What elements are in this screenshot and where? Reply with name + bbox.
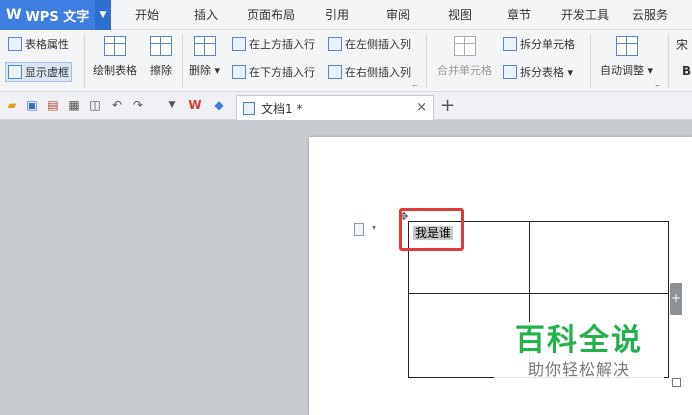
caret-down-icon[interactable]: ▼ — [95, 0, 111, 30]
menu-references[interactable]: 引用 — [325, 0, 349, 30]
ribbon-divider — [426, 34, 427, 88]
gridlines-icon — [8, 65, 22, 79]
menu-insert[interactable]: 插入 — [194, 0, 218, 30]
insert-row-above-button[interactable]: 在上方插入行 — [232, 36, 315, 52]
table-properties-label: 表格属性 — [25, 38, 69, 51]
cloud-icon[interactable]: ◆ — [212, 98, 226, 112]
delete-button[interactable]: 删除 ▾ — [189, 36, 220, 78]
insert-col-left-button[interactable]: 在左侧插入列 — [328, 36, 411, 52]
watermark-subtitle: 助你轻松解决 — [527, 360, 630, 379]
menu-page-layout[interactable]: 页面布局 — [247, 0, 295, 30]
insert-row-above-icon — [232, 37, 246, 51]
menu-bar: W WPS 文字 ▼ 开始 插入 页面布局 引用 审阅 视图 章节 开发工具 云… — [0, 0, 692, 30]
auto-fit-label: 自动调整 ▾ — [600, 64, 654, 77]
split-table-icon — [503, 65, 517, 79]
insert-col-left-label: 在左侧插入列 — [345, 38, 411, 51]
insert-col-right-button[interactable]: 在右侧插入列 — [328, 64, 411, 80]
table-cell[interactable] — [529, 221, 669, 294]
insert-row-below-icon — [232, 65, 246, 79]
eraser-label: 擦除 — [150, 64, 172, 77]
tab-document1[interactable]: 文档1 * × — [236, 95, 434, 120]
merge-cells-icon — [453, 36, 476, 56]
redo-icon[interactable]: ↷ — [131, 98, 145, 112]
undo-icon[interactable]: ↶ — [110, 98, 124, 112]
ribbon-divider — [668, 34, 669, 88]
print-preview-icon[interactable]: ◫ — [88, 98, 102, 112]
wps-logo-icon: W — [6, 7, 22, 23]
show-gridlines-button[interactable]: 显示虚框 — [5, 62, 72, 82]
group-expand-icon[interactable]: ⌐ — [655, 82, 661, 90]
insert-col-right-icon — [328, 65, 342, 79]
ribbon-divider — [590, 34, 591, 88]
delete-table-icon — [193, 36, 216, 56]
watermark-title: 百科全说 — [515, 323, 643, 358]
split-cells-button[interactable]: 拆分单元格 — [503, 36, 575, 52]
add-column-button[interactable]: + — [670, 283, 682, 315]
customize-icon[interactable]: ▼ — [165, 98, 179, 112]
draw-table-button[interactable]: 绘制表格 — [93, 36, 137, 78]
app-name: WPS 文字 — [25, 9, 90, 25]
export-pdf-icon[interactable]: ▤ — [46, 98, 60, 112]
insert-col-right-label: 在右侧插入列 — [345, 66, 411, 79]
split-cells-icon — [503, 37, 517, 51]
chevron-down-icon[interactable]: ▾ — [372, 223, 376, 232]
tab-document-title: 文档1 * — [261, 101, 303, 116]
eraser-icon — [150, 36, 172, 56]
table-properties-icon — [8, 37, 22, 51]
draw-table-label: 绘制表格 — [93, 64, 137, 77]
ribbon-divider — [182, 34, 183, 88]
table-resize-handle[interactable] — [672, 378, 681, 387]
merge-cells-label: 合并单元格 — [437, 64, 492, 77]
paragraph-layout-icon[interactable] — [354, 223, 364, 236]
split-cells-label: 拆分单元格 — [520, 38, 575, 51]
close-tab-icon[interactable]: × — [416, 100, 427, 115]
app-menu-button[interactable]: W WPS 文字 — [0, 0, 95, 30]
highlight-box — [399, 208, 464, 251]
split-table-button[interactable]: 拆分表格 ▾ — [503, 64, 573, 80]
insert-row-above-label: 在上方插入行 — [249, 38, 315, 51]
folder-open-icon[interactable]: ▰ — [5, 98, 19, 112]
ribbon-divider — [84, 34, 85, 88]
menu-review[interactable]: 审阅 — [386, 0, 410, 30]
insert-col-left-icon — [328, 37, 342, 51]
menu-developer[interactable]: 开发工具 — [561, 0, 609, 30]
merge-cells-button[interactable]: 合并单元格 — [437, 36, 492, 78]
delete-label: 删除 ▾ — [189, 64, 221, 77]
menu-view[interactable]: 视图 — [448, 0, 472, 30]
wps-logo-icon[interactable]: W — [188, 98, 202, 112]
new-tab-button[interactable]: + — [440, 95, 455, 116]
eraser-button[interactable]: 擦除 — [150, 36, 172, 78]
auto-fit-button[interactable]: 自动调整 ▾ — [600, 36, 653, 78]
document-icon — [243, 101, 255, 115]
quick-access-bar: ▰ ▣ ▤ ▦ ◫ ↶ ↷ ▼ W ◆ 文档1 * × + — [0, 92, 692, 120]
font-name-field[interactable]: 宋 — [676, 36, 688, 53]
split-table-label: 拆分表格 ▾ — [520, 66, 574, 79]
print-icon[interactable]: ▦ — [67, 98, 81, 112]
menu-chapter[interactable]: 章节 — [507, 0, 531, 30]
menu-cloud[interactable]: 云服务 — [632, 0, 668, 30]
show-gridlines-label: 显示虚框 — [25, 66, 69, 79]
menu-start[interactable]: 开始 — [135, 0, 159, 30]
insert-row-below-button[interactable]: 在下方插入行 — [232, 64, 315, 80]
auto-fit-icon — [615, 36, 638, 56]
draw-table-icon — [104, 36, 126, 56]
table-properties-button[interactable]: 表格属性 — [8, 36, 69, 52]
watermark: 百科全说 助你轻松解决 — [494, 322, 664, 384]
ribbon: 表格属性 显示虚框 绘制表格 擦除 删除 ▾ 在上方插入行 在下方插入行 在左侧… — [0, 30, 692, 92]
group-expand-icon[interactable]: ⌐ — [412, 82, 418, 90]
insert-row-below-label: 在下方插入行 — [249, 66, 315, 79]
bold-button[interactable]: B — [682, 64, 691, 78]
save-icon[interactable]: ▣ — [25, 98, 39, 112]
